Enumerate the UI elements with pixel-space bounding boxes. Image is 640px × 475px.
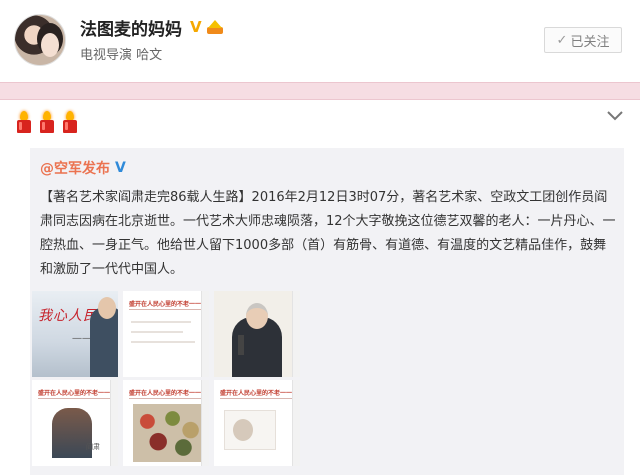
thumbnail-header: 盛开在人民心里的不老一一阎肃	[129, 390, 209, 397]
check-icon: ✓	[556, 32, 568, 48]
repost-author-link[interactable]: @空军发布	[40, 158, 110, 178]
profile-header: 法图麦的妈妈 V 电视导演 哈文 ✓ 已关注	[0, 0, 640, 80]
candle-icon	[14, 111, 34, 133]
verified-blue-v-icon[interactable]: V	[115, 160, 126, 176]
thumbnail-header: 盛开在人民心里的不老一一阎肃	[220, 390, 300, 397]
thumbnail-header: 盛开在人民心里的不老一一阎肃	[129, 301, 209, 308]
image-thumbnail[interactable]: 盛开在人民心里的不老一一阎肃	[214, 380, 300, 466]
image-thumbnail[interactable]: 盛开在人民心里的不老一一阎肃	[123, 291, 209, 377]
name-row: 法图麦的妈妈 V	[80, 15, 224, 40]
image-thumbnail[interactable]: 盛开在人民心里的不老一一阎肃 阎肃	[32, 380, 118, 466]
candle-emoji-row	[14, 111, 80, 133]
followed-button[interactable]: ✓ 已关注	[544, 27, 622, 53]
chevron-down-icon[interactable]	[606, 110, 624, 122]
candle-icon	[37, 111, 57, 133]
image-grid: 我心人民满家 ——阎肃 盛开在人民心里的不老一一阎肃 盛开在人民心里的不老一一阎…	[30, 291, 300, 475]
followed-button-label: 已关注	[570, 34, 610, 50]
user-name[interactable]: 法图麦的妈妈	[80, 15, 182, 40]
image-thumbnail[interactable]: 盛开在人民心里的不老一一阎肃	[123, 380, 209, 466]
repost-author-row: @空军发布 V	[40, 158, 126, 178]
avatar[interactable]	[14, 14, 66, 66]
user-title: 电视导演 哈文	[80, 48, 163, 63]
thumbnail-header: 盛开在人民心里的不老一一阎肃	[38, 390, 118, 397]
candle-icon	[60, 111, 80, 133]
verified-yellow-v-icon[interactable]: V	[190, 18, 202, 36]
crown-icon[interactable]	[206, 20, 224, 34]
repost-text: 【著名艺术家阎肃走完86载人生路】2016年2月12日3时07分，著名艺术家、空…	[40, 190, 616, 277]
thumbnail-signature: 阎肃	[86, 443, 100, 451]
image-thumbnail[interactable]	[214, 291, 300, 377]
image-thumbnail[interactable]: 我心人民满家 ——阎肃	[32, 291, 118, 377]
section-divider	[0, 82, 640, 100]
